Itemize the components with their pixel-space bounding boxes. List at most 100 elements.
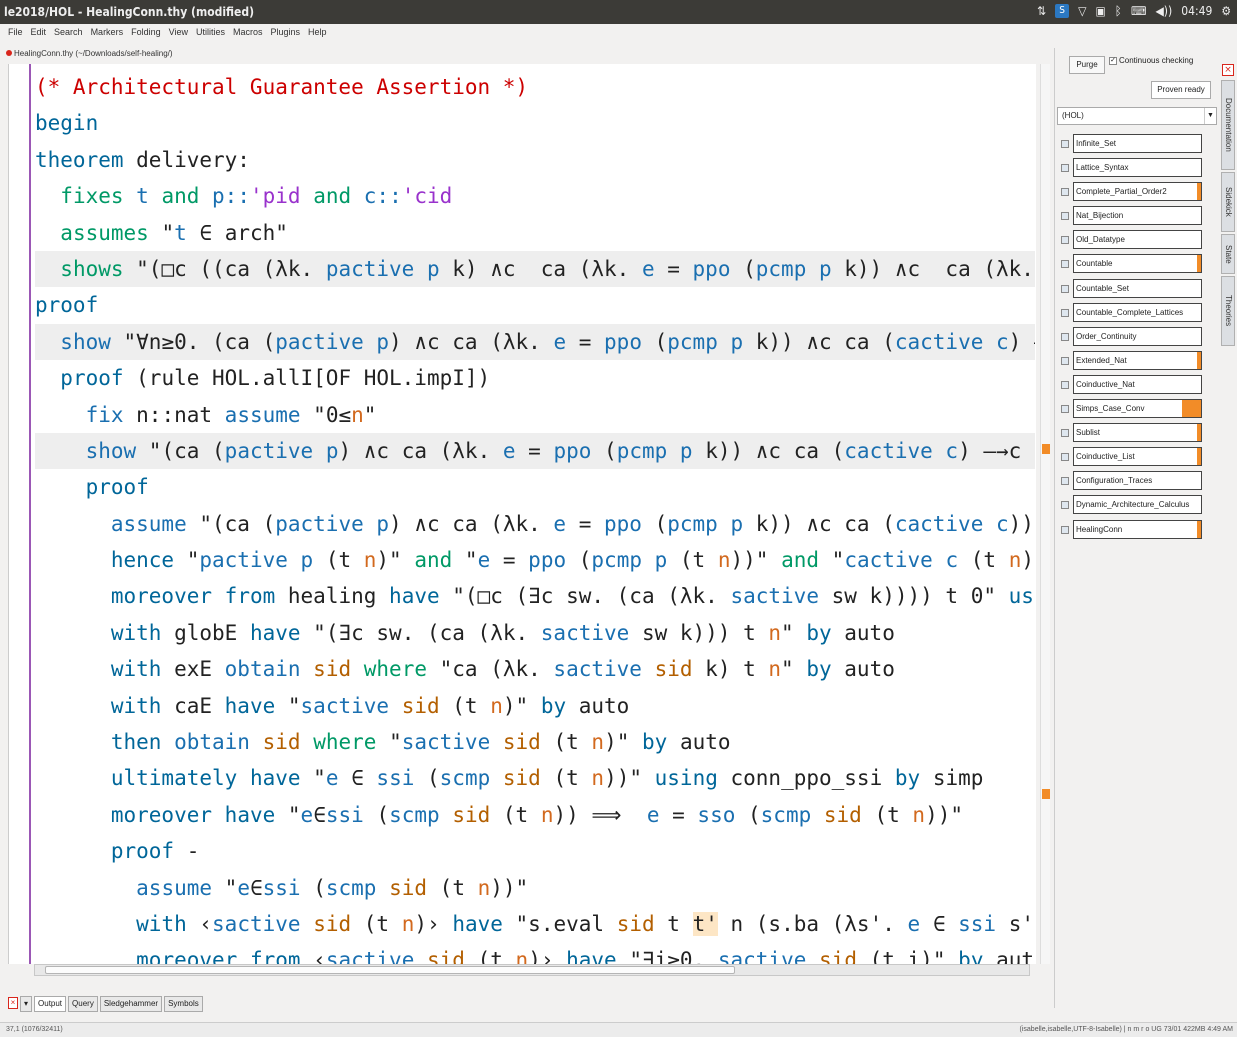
code-line[interactable]: fix n::nat assume "0≤n" bbox=[35, 397, 1035, 433]
menu-markers[interactable]: Markers bbox=[91, 27, 124, 43]
side-tab-state[interactable]: State bbox=[1221, 234, 1235, 274]
theory-checkbox[interactable] bbox=[1061, 140, 1069, 148]
code-line[interactable]: proof bbox=[35, 287, 1035, 323]
tab-symbols[interactable]: Symbols bbox=[164, 996, 203, 1012]
code-line[interactable]: moreover from healing have "(□c (∃c sw. … bbox=[35, 578, 1035, 614]
theory-checkbox[interactable] bbox=[1061, 380, 1069, 389]
code-line[interactable]: with globE have "(∃c sw. (ca (λk. sactiv… bbox=[35, 615, 1035, 651]
dock-menu-icon[interactable]: ▾ bbox=[20, 996, 33, 1012]
warning-marker[interactable] bbox=[1042, 789, 1050, 799]
code-line[interactable]: hence "pactive p (t n)" and "e = ppo (pc… bbox=[35, 542, 1035, 578]
volume-icon[interactable]: ◀)) bbox=[1155, 4, 1172, 18]
theory-checkbox[interactable] bbox=[1061, 356, 1069, 365]
theory-item[interactable]: Sublist bbox=[1061, 423, 1217, 444]
bluetooth-icon[interactable]: ᛒ bbox=[1115, 4, 1122, 18]
code-line[interactable]: show "(ca (pactive p) ∧c ca (λk. e = ppo… bbox=[35, 432, 1035, 470]
menu-folding[interactable]: Folding bbox=[131, 27, 161, 43]
scrollbar-thumb[interactable] bbox=[45, 966, 735, 974]
theory-checkbox[interactable] bbox=[1061, 405, 1069, 414]
menu-view[interactable]: View bbox=[169, 27, 188, 43]
theory-checkbox[interactable] bbox=[1061, 164, 1069, 173]
text-editor[interactable]: (* Architectural Guarantee Assertion *) b… bbox=[8, 64, 1036, 964]
menu-macros[interactable]: Macros bbox=[233, 27, 263, 43]
theory-checkbox[interactable] bbox=[1061, 525, 1069, 534]
code-line[interactable]: proof bbox=[35, 469, 1035, 505]
theory-checkbox[interactable] bbox=[1061, 284, 1069, 293]
menu-help[interactable]: Help bbox=[308, 27, 327, 43]
theory-checkbox[interactable] bbox=[1061, 332, 1069, 341]
side-tab-theories[interactable]: Theories bbox=[1221, 276, 1235, 346]
code-line[interactable]: shows "(□c ((ca (λk. pactive p k) ∧c ca … bbox=[35, 250, 1035, 288]
clock[interactable]: 04:49 bbox=[1181, 4, 1212, 18]
theory-item[interactable]: Order_Continuity bbox=[1061, 326, 1217, 348]
code-line[interactable]: theorem delivery: bbox=[35, 142, 1035, 178]
code-line[interactable]: assume "(ca (pactive p) ∧c ca (λk. e = p… bbox=[35, 506, 1035, 542]
chevron-down-icon[interactable]: ▼ bbox=[1204, 108, 1216, 124]
code-line[interactable]: moreover have "e∈ssi (scmp sid (t n)) ⟹ … bbox=[35, 797, 1035, 833]
checkbox-icon[interactable]: ✓ bbox=[1109, 56, 1117, 65]
horizontal-scrollbar[interactable] bbox=[34, 964, 1030, 976]
side-tab-sidekick[interactable]: Sidekick bbox=[1221, 172, 1235, 232]
close-dock-icon[interactable]: × bbox=[8, 997, 18, 1009]
tab-sledgehammer[interactable]: Sledgehammer bbox=[99, 996, 163, 1012]
theory-checkbox[interactable] bbox=[1061, 260, 1069, 269]
theory-item[interactable]: Infinite_Set bbox=[1061, 134, 1217, 155]
tab-query[interactable]: Query bbox=[68, 996, 98, 1012]
code-line[interactable]: begin bbox=[35, 105, 1035, 141]
theory-item[interactable]: Countable_Complete_Lattices bbox=[1061, 302, 1217, 324]
menu-search[interactable]: Search bbox=[54, 27, 83, 43]
theory-checkbox[interactable] bbox=[1061, 429, 1069, 438]
dropbox-icon[interactable]: ▣ bbox=[1095, 4, 1105, 18]
theory-item[interactable]: Countable_Set bbox=[1061, 278, 1217, 300]
continuous-checking-toggle[interactable]: ✓ Continuous checking bbox=[1109, 56, 1193, 65]
settings-gear-icon[interactable]: ⚙ bbox=[1221, 4, 1231, 18]
code-line[interactable]: assumes "t ∈ arch" bbox=[35, 215, 1035, 251]
theory-item[interactable]: Dynamic_Architecture_Calculus bbox=[1061, 495, 1217, 516]
code-area[interactable]: (* Architectural Guarantee Assertion *) b… bbox=[35, 69, 1035, 964]
warning-marker[interactable] bbox=[1042, 444, 1050, 454]
theory-item[interactable]: Lattice_Syntax bbox=[1061, 158, 1217, 179]
menu-plugins[interactable]: Plugins bbox=[271, 27, 301, 43]
side-tab-documentation[interactable]: Documentation bbox=[1221, 80, 1235, 170]
theory-item[interactable]: Coinductive_List bbox=[1061, 447, 1217, 468]
theory-checkbox[interactable] bbox=[1061, 308, 1069, 317]
theory-item[interactable]: Extended_Nat bbox=[1061, 350, 1217, 372]
logic-select[interactable]: (HOL) ▼ bbox=[1057, 107, 1217, 125]
theory-item[interactable]: Complete_Partial_Order2 bbox=[1061, 182, 1217, 203]
theory-item[interactable]: Nat_Bijection bbox=[1061, 206, 1217, 227]
theory-item[interactable]: Simps_Case_Conv bbox=[1061, 399, 1217, 420]
theory-item[interactable]: Configuration_Traces bbox=[1061, 471, 1217, 492]
editor-overview-bar[interactable] bbox=[1040, 64, 1050, 964]
theory-checkbox[interactable] bbox=[1061, 212, 1069, 221]
theory-item[interactable]: Countable bbox=[1061, 254, 1217, 275]
editor-gutter[interactable] bbox=[9, 64, 31, 964]
code-line[interactable]: proof (rule HOL.allI[OF HOL.impI]) bbox=[35, 360, 1035, 396]
menu-file[interactable]: File bbox=[8, 27, 23, 43]
code-line[interactable]: with exE obtain sid where "ca (λk. sacti… bbox=[35, 651, 1035, 687]
theory-checkbox[interactable] bbox=[1061, 236, 1069, 245]
theory-item[interactable]: Old_Datatype bbox=[1061, 230, 1217, 251]
theory-item[interactable]: HealingConn bbox=[1061, 519, 1217, 541]
code-line[interactable]: with ‹sactive sid (t n)› have "s.eval si… bbox=[35, 906, 1035, 942]
theory-checkbox[interactable] bbox=[1061, 188, 1069, 197]
tab-output[interactable]: Output bbox=[34, 996, 67, 1012]
code-line[interactable]: assume "e∈ssi (scmp sid (t n))" bbox=[35, 870, 1035, 906]
purge-button[interactable]: Purge bbox=[1069, 56, 1105, 74]
buffer-tab[interactable]: HealingConn.thy (~/Downloads/self-healin… bbox=[6, 49, 173, 63]
menu-utilities[interactable]: Utilities bbox=[196, 27, 225, 43]
code-line[interactable]: moreover from ‹sactive sid (t n)› have "… bbox=[35, 942, 1035, 964]
theory-checkbox[interactable] bbox=[1061, 453, 1069, 462]
keyboard-icon[interactable]: ⌨ bbox=[1131, 4, 1147, 18]
code-line[interactable]: with caE have "sactive sid (t n)" by aut… bbox=[35, 688, 1035, 724]
code-line[interactable]: proof - bbox=[35, 833, 1035, 869]
code-line[interactable]: show "∀n≥0. (ca (pactive p) ∧c ca (λk. e… bbox=[35, 323, 1035, 361]
theory-checkbox[interactable] bbox=[1061, 477, 1069, 486]
code-line[interactable]: (* Architectural Guarantee Assertion *) bbox=[35, 69, 1035, 105]
menu-edit[interactable]: Edit bbox=[31, 27, 47, 43]
theory-item[interactable]: Coinductive_Nat bbox=[1061, 374, 1217, 396]
network-icon[interactable]: ⇅ bbox=[1037, 4, 1046, 18]
code-line[interactable]: ultimately have "e ∈ ssi (scmp sid (t n)… bbox=[35, 760, 1035, 796]
wifi-icon[interactable]: ▽ bbox=[1078, 4, 1086, 18]
code-line[interactable]: fixes t and p::'pid and c::'cid bbox=[35, 178, 1035, 214]
theory-checkbox[interactable] bbox=[1061, 501, 1069, 510]
